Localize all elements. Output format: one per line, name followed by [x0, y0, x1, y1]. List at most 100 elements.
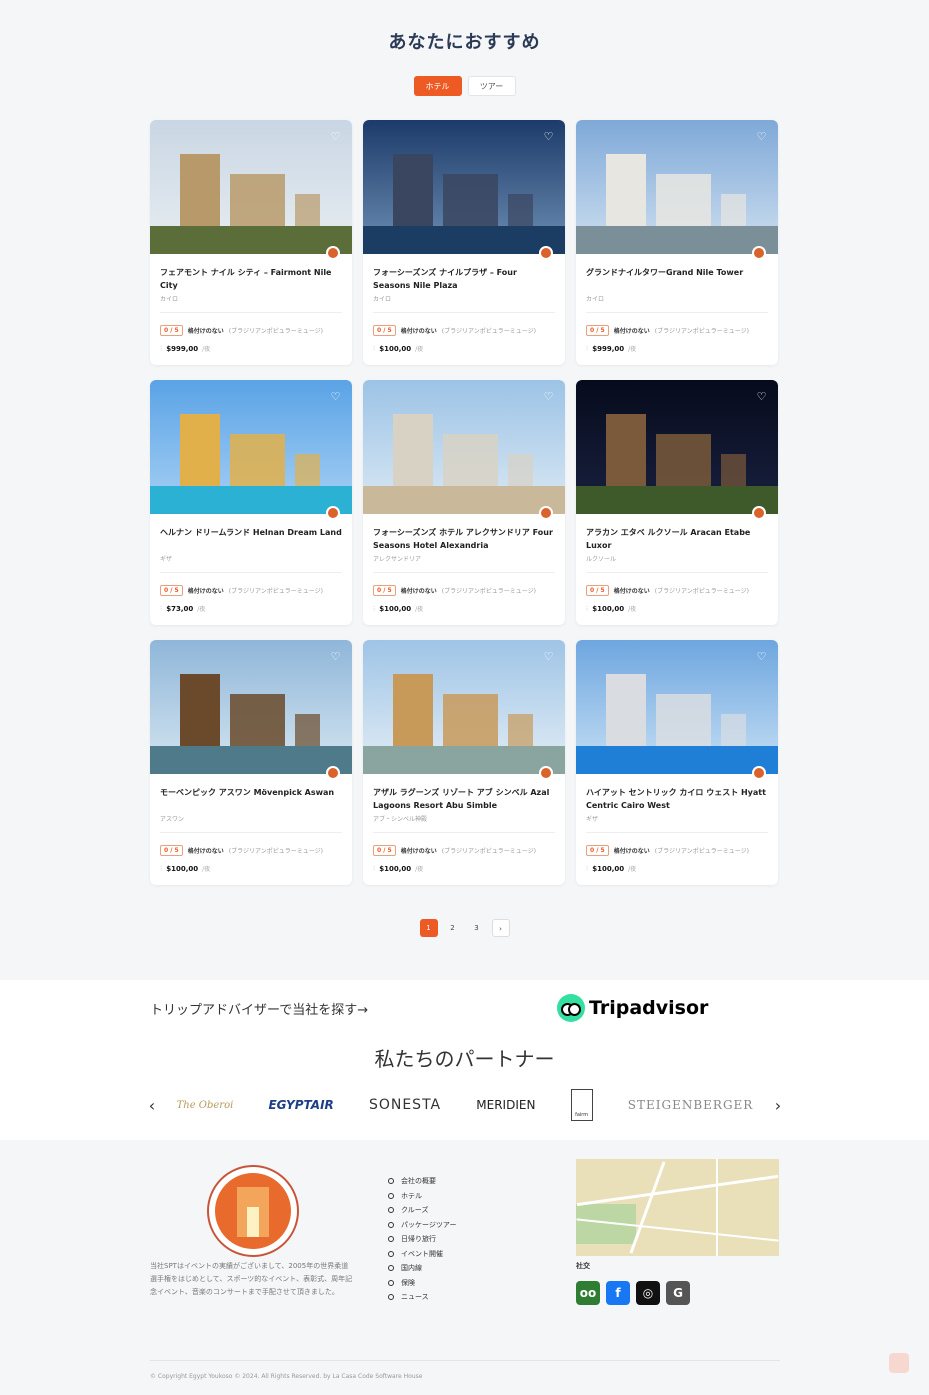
page-1-button[interactable]: 1: [419, 919, 438, 937]
hotel-card[interactable]: ♡ グランドナイルタワーGrand Nile Tower カイロ 0 / 5 格…: [576, 120, 778, 365]
footer-link-domestic-flights[interactable]: 国内線: [388, 1261, 456, 1276]
rating-note: (ブラジリアンポピュラーミュージ): [654, 848, 749, 855]
hotel-name[interactable]: フォーシーズンズ ホテル アレクサンドリア Four Seasons Hotel…: [373, 526, 555, 552]
footer-link-events[interactable]: イベント開催: [388, 1247, 456, 1262]
rating-badge: 0 / 5: [160, 325, 183, 336]
hotel-photo[interactable]: ♡: [150, 380, 352, 514]
hotel-photo[interactable]: ♡: [150, 120, 352, 254]
page-3-button[interactable]: 3: [468, 919, 486, 937]
hotel-card[interactable]: ♡ ヘルナン ドリームランド Helnan Dream Land ギザ 0 / …: [150, 380, 352, 625]
hotel-price: ⁝ $100,00 /夜: [160, 864, 210, 874]
favorite-heart-icon[interactable]: ♡: [329, 130, 342, 143]
favorite-heart-icon[interactable]: ♡: [542, 650, 555, 663]
footer-link-company[interactable]: 会社の概要: [388, 1174, 456, 1189]
hotel-card[interactable]: ♡ フォーシーズンズ ナイルプラザ – Four Seasons Nile Pl…: [363, 120, 565, 365]
favorite-heart-icon[interactable]: ♡: [542, 130, 555, 143]
tripadvisor-logo[interactable]: Tripadvisor: [557, 994, 708, 1022]
hotel-card[interactable]: ♡ アザル ラグーンズ リゾート アブ シンベル Azal Lagoons Re…: [363, 640, 565, 885]
price-unit: /夜: [628, 346, 637, 353]
hotel-price: ⁝ $73,00 /夜: [160, 604, 206, 614]
favorite-heart-icon[interactable]: ♡: [329, 650, 342, 663]
hotel-name[interactable]: ハイアット セントリック カイロ ウェスト Hyatt Centric Cair…: [586, 786, 768, 812]
google-icon[interactable]: G: [666, 1281, 690, 1305]
hotel-photo[interactable]: ♡: [150, 640, 352, 774]
hotel-card[interactable]: ♡ フォーシーズンズ ホテル アレクサンドリア Four Seasons Hot…: [363, 380, 565, 625]
favorite-heart-icon[interactable]: ♡: [755, 130, 768, 143]
company-about-text: 当社SPTはイベントの実績がございまして、2005年の世界柔道選手権をはじめとし…: [150, 1262, 353, 1296]
hotel-price: ⁝ $999,00 /夜: [586, 344, 637, 354]
next-page-button[interactable]: ›: [491, 919, 510, 937]
hotel-card[interactable]: ♡ フェアモント ナイル シティ – Fairmont Nile City カイ…: [150, 120, 352, 365]
agent-avatar: [752, 246, 766, 260]
card-divider: [373, 572, 555, 573]
hotel-name[interactable]: ヘルナン ドリームランド Helnan Dream Land: [160, 526, 342, 552]
footer-link-insurance[interactable]: 保険: [388, 1276, 456, 1291]
tripadvisor-link[interactable]: トリップアドバイザーで当社を探す→: [150, 999, 368, 1018]
footer-link-package-tours[interactable]: パッケージツアー: [388, 1218, 456, 1233]
card-divider: [586, 312, 768, 313]
hotel-rating: 0 / 5 格付けのない (ブラジリアンポピュラーミュージ): [160, 585, 323, 596]
hotel-name[interactable]: フォーシーズンズ ナイルプラザ – Four Seasons Nile Plaz…: [373, 266, 555, 292]
favorite-heart-icon[interactable]: ♡: [755, 650, 768, 663]
tab-hotels[interactable]: ホテル: [413, 76, 462, 96]
favorite-heart-icon[interactable]: ♡: [755, 390, 768, 403]
hotel-card[interactable]: ♡ モーベンピック アスワン Mövenpick Aswan アスワン 0 / …: [150, 640, 352, 885]
pagination: 1 2 3 ›: [0, 919, 929, 937]
card-divider: [586, 572, 768, 573]
price-unit: /夜: [197, 606, 206, 613]
card-divider: [373, 312, 555, 313]
hotel-location: アスワン: [160, 816, 185, 823]
card-divider: [373, 832, 555, 833]
price-unit: /夜: [415, 346, 424, 353]
facebook-icon[interactable]: f: [606, 1281, 630, 1305]
hotel-photo[interactable]: ♡: [576, 380, 778, 514]
hotel-name[interactable]: モーベンピック アスワン Mövenpick Aswan: [160, 786, 342, 812]
footer-links: 会社の概要 ホテル クルーズ パッケージツアー 日帰り旅行 イベント開催 国内線…: [388, 1174, 456, 1305]
hotel-name[interactable]: グランドナイルタワーGrand Nile Tower: [586, 266, 768, 292]
price-amount: $100,00: [592, 864, 625, 873]
card-divider: [160, 312, 342, 313]
page-2-button[interactable]: 2: [444, 919, 462, 937]
hotel-photo[interactable]: ♡: [576, 640, 778, 774]
carousel-prev-button[interactable]: ‹: [145, 1096, 159, 1115]
tab-tours[interactable]: ツアー: [467, 76, 516, 96]
price-bullet-icon: ⁝: [160, 344, 163, 353]
rating-label: 格付けのない: [613, 848, 650, 855]
location-map[interactable]: [576, 1159, 779, 1256]
rating-label: 格付けのない: [187, 588, 224, 595]
price-bullet-icon: ⁝: [586, 604, 589, 613]
section-title: あなたにおすすめ: [388, 32, 541, 53]
price-amount: $100,00: [379, 344, 412, 353]
rating-label: 格付けのない: [613, 588, 650, 595]
price-unit: /夜: [415, 606, 424, 613]
hotel-card[interactable]: ♡ アラカン エタベ ルクソール Aracan Etabe Luxor ルクソー…: [576, 380, 778, 625]
favorite-heart-icon[interactable]: ♡: [542, 390, 555, 403]
favorite-heart-icon[interactable]: ♡: [329, 390, 342, 403]
hotel-name[interactable]: アラカン エタベ ルクソール Aracan Etabe Luxor: [586, 526, 768, 552]
footer-link-hotels[interactable]: ホテル: [388, 1189, 456, 1204]
carousel-next-button[interactable]: ›: [771, 1096, 785, 1115]
price-unit: /夜: [628, 606, 637, 613]
tripadvisor-wordmark: Tripadvisor: [589, 997, 709, 1019]
agent-avatar: [326, 246, 340, 260]
partner-logo-oberoi: The Oberoi: [176, 1099, 234, 1111]
partners-title: 私たちのパートナー: [374, 1047, 555, 1071]
hotel-photo[interactable]: ♡: [363, 120, 565, 254]
hotel-photo[interactable]: ♡: [576, 120, 778, 254]
footer-link-news[interactable]: ニュース: [388, 1290, 456, 1305]
tripadvisor-icon[interactable]: oo: [576, 1281, 600, 1305]
price-bullet-icon: ⁝: [373, 344, 376, 353]
hotel-photo[interactable]: ♡: [363, 640, 565, 774]
footer-link-day-trips[interactable]: 日帰り旅行: [388, 1232, 456, 1247]
egypt-youkoso-seal-logo: [207, 1165, 299, 1257]
hotel-photo[interactable]: ♡: [363, 380, 565, 514]
instagram-icon[interactable]: ◎: [636, 1281, 660, 1305]
hotel-card[interactable]: ♡ ハイアット セントリック カイロ ウェスト Hyatt Centric Ca…: [576, 640, 778, 885]
partner-logo-sonesta: SONESTA: [368, 1097, 442, 1113]
hotel-name[interactable]: アザル ラグーンズ リゾート アブ シンベル Azal Lagoons Reso…: [373, 786, 555, 812]
footer-link-cruises[interactable]: クルーズ: [388, 1203, 456, 1218]
hotel-name[interactable]: フェアモント ナイル シティ – Fairmont Nile City: [160, 266, 342, 292]
copyright-text: © Copyright Egypt Youkoso © 2024. All Ri…: [150, 1373, 423, 1380]
scroll-top-button[interactable]: [889, 1353, 909, 1373]
agent-avatar: [539, 766, 553, 780]
